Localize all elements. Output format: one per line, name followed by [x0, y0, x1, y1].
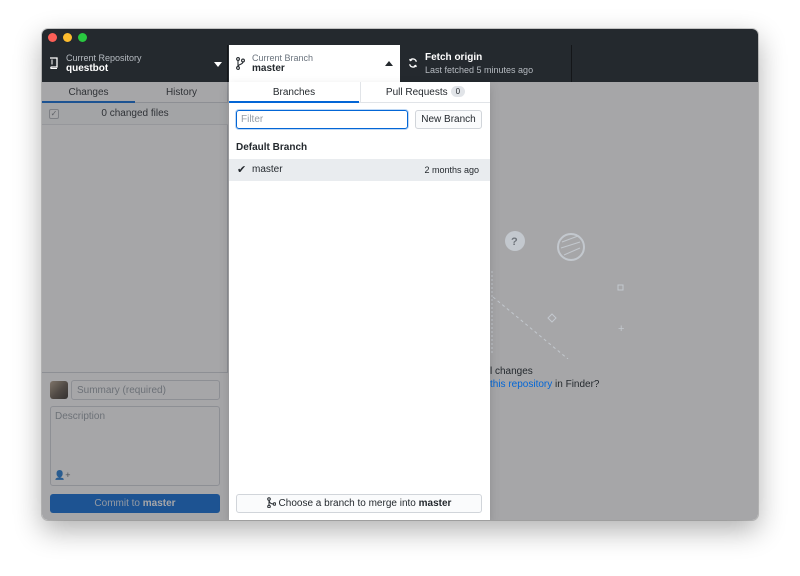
- current-repository-label: Current Repository: [66, 53, 142, 63]
- svg-text:+: +: [618, 323, 624, 335]
- open-in-finder-text: this repository in Finder?: [490, 379, 600, 390]
- svg-text:?: ?: [511, 236, 518, 248]
- default-branch-heading: Default Branch: [236, 142, 308, 153]
- merge-branch-button[interactable]: Choose a branch to merge into master: [236, 494, 482, 513]
- app-window: Current Repository questbot Current Bran…: [42, 29, 758, 520]
- pull-requests-count-badge: 0: [450, 86, 466, 97]
- git-branch-icon: [236, 57, 245, 70]
- dropdown-tabs: Branches Pull Requests 0: [229, 82, 490, 103]
- branch-filter-input[interactable]: Filter: [236, 110, 408, 129]
- merge-button-branch: master: [418, 498, 452, 509]
- branch-list-item[interactable]: ✔ master 2 months ago: [229, 159, 490, 181]
- close-window-button[interactable]: [48, 33, 57, 42]
- open-in-finder-suffix: in Finder?: [552, 379, 600, 390]
- open-repository-link[interactable]: this repository: [490, 379, 552, 390]
- branch-dropdown: Branches Pull Requests 0 Filter New Branc…: [229, 82, 490, 520]
- no-changes-text: l changes: [490, 366, 533, 377]
- toolbar: Current Repository questbot Current Bran…: [42, 45, 758, 82]
- branch-name: master: [252, 164, 283, 175]
- title-bar: [42, 29, 758, 45]
- sync-icon: [409, 58, 417, 68]
- last-fetched-text: Last fetched 5 minutes ago: [425, 65, 534, 75]
- repo-icon: [50, 57, 58, 69]
- chevron-down-icon: [214, 62, 222, 67]
- zoom-window-button[interactable]: [78, 33, 87, 42]
- branch-age: 2 months ago: [424, 165, 479, 175]
- current-branch-name: master: [252, 63, 285, 74]
- current-branch-label: Current Branch: [252, 53, 314, 63]
- checkmark-icon: ✔: [237, 164, 247, 176]
- tab-branches[interactable]: Branches: [229, 82, 359, 103]
- pull-requests-label: Pull Requests: [385, 87, 448, 98]
- merge-button-prefix: Choose a branch to merge into: [278, 498, 419, 509]
- minimize-window-button[interactable]: [63, 33, 72, 42]
- no-changes-illustration: ? + +: [491, 231, 624, 359]
- git-merge-icon: [266, 497, 276, 509]
- current-repository-name: questbot: [66, 63, 109, 74]
- tab-pull-requests[interactable]: Pull Requests 0: [360, 82, 490, 103]
- current-repository-button[interactable]: Current Repository questbot: [42, 45, 228, 82]
- chevron-up-icon: [385, 61, 393, 66]
- fetch-origin-button[interactable]: Fetch origin Last fetched 5 minutes ago: [401, 45, 572, 82]
- current-branch-button[interactable]: Current Branch master: [229, 45, 400, 82]
- fetch-origin-title: Fetch origin: [425, 52, 483, 63]
- new-branch-button[interactable]: New Branch: [415, 110, 482, 129]
